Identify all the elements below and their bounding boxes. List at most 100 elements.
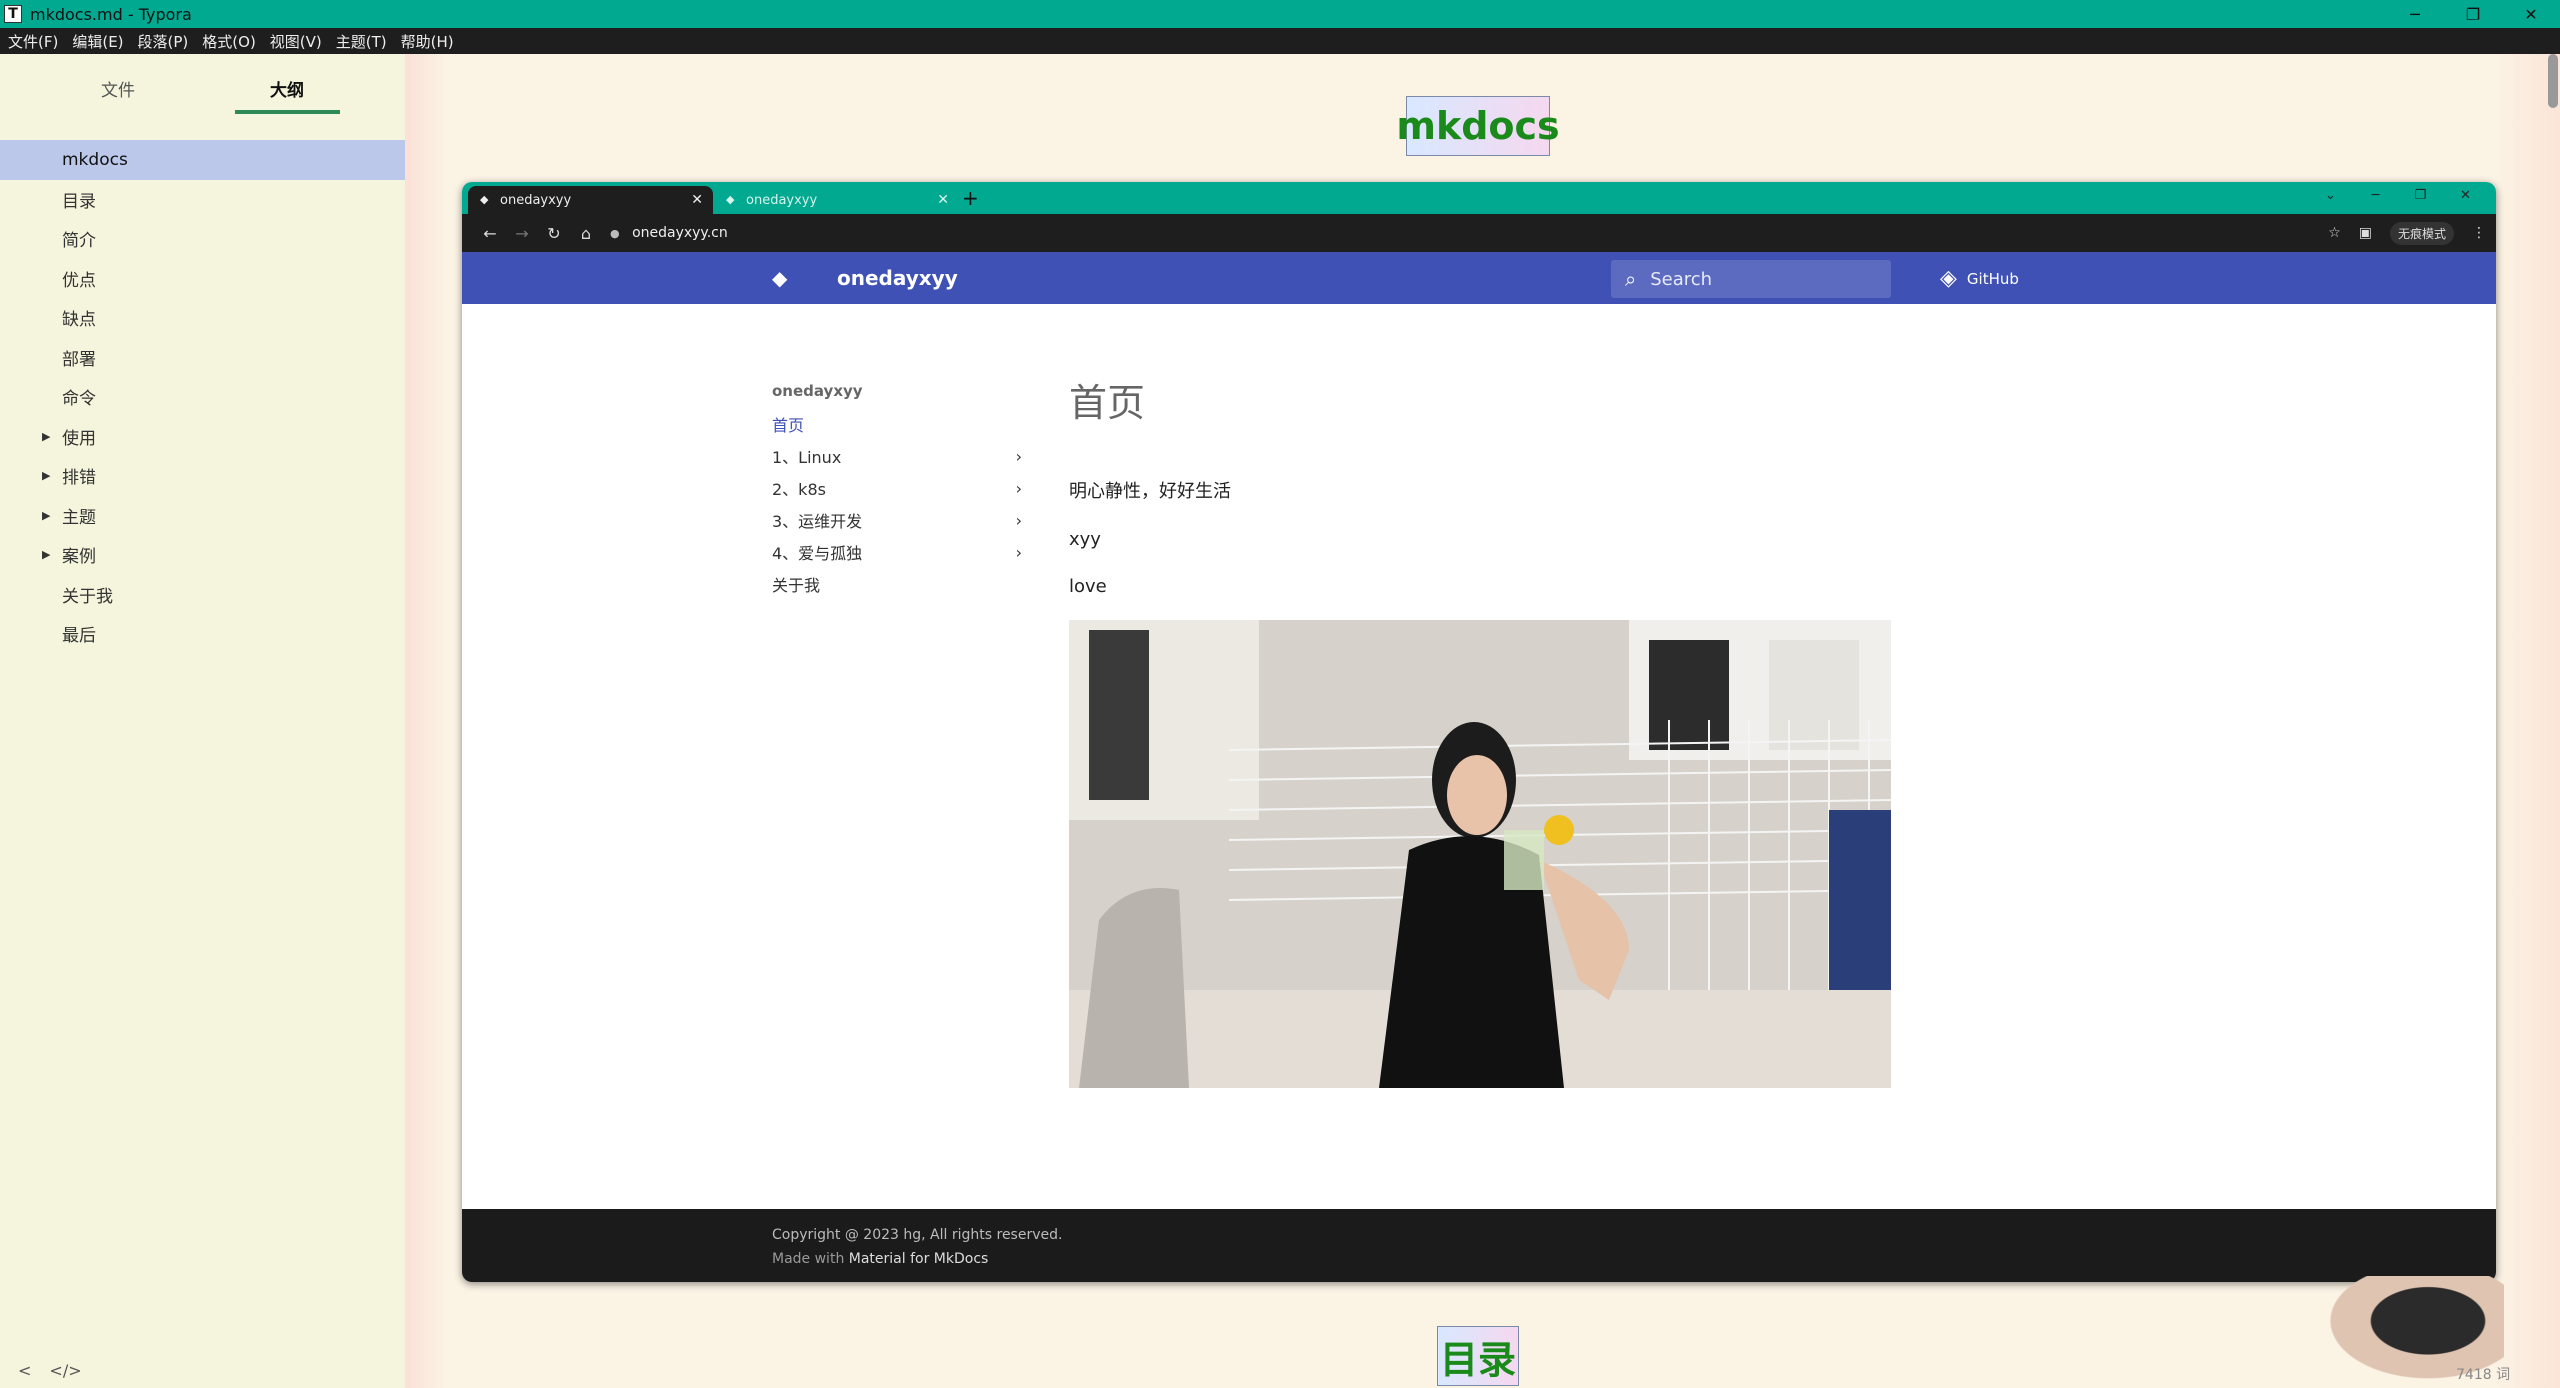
outline-item-theme[interactable]: ▶ 主题 [0, 496, 405, 536]
content-paragraph: love [1069, 576, 1107, 597]
reload-icon: ↻ [547, 223, 561, 243]
nav-item-label: 首页 [772, 416, 805, 435]
outline-item-intro[interactable]: 简介 [0, 219, 405, 259]
sidebar: 文件 大纲 mkdocs 目录 简介 优点 缺点 部署 命令 ▶ 使用 ▶ 排错 ▶… [0, 54, 405, 1388]
outline-item-cons[interactable]: 缺点 [0, 298, 405, 338]
outline-item-mkdocs[interactable]: mkdocs [0, 140, 405, 180]
collapse-sidebar-icon[interactable]: < [18, 1361, 31, 1380]
tab-outline[interactable]: 大纲 [270, 76, 304, 101]
menu-edit[interactable]: 编辑(E) [72, 31, 123, 52]
outline-item-label: 最后 [62, 626, 96, 647]
close-icon[interactable]: ✕ [2502, 0, 2560, 28]
chevron-right-icon: › [1015, 542, 1022, 562]
window-titlebar: T mkdocs.md - Typora ─ ❐ ✕ [0, 0, 2560, 28]
tab-search-icon: ⌄ [2325, 188, 2336, 203]
book-logo-icon: ◆ [772, 266, 788, 290]
outline-item-pros[interactable]: 优点 [0, 259, 405, 299]
nav-item-label: 3、运维开发 [772, 512, 863, 531]
outline-item-label: 使用 [62, 428, 96, 449]
home-icon: ⌂ [580, 223, 592, 243]
outline-item-deploy[interactable]: 部署 [0, 338, 405, 378]
footer-made-prefix: Made with [772, 1251, 849, 1267]
browser-addressbar: ← → ↻ ⌂ ● onedayxyy.cn ☆ ▣ 无痕模式 ⋮ [462, 214, 2496, 252]
menu-file[interactable]: 文件(F) [8, 31, 58, 52]
expand-caret-icon[interactable]: ▶ [42, 509, 50, 522]
expand-caret-icon[interactable]: ▶ [42, 469, 50, 482]
search-placeholder: Search [1650, 268, 1713, 290]
browser-toolbar-right: ☆ ▣ 无痕模式 ⋮ [2310, 214, 2486, 252]
heading-mkdocs[interactable]: mkdocs [1396, 96, 1560, 156]
browser-tab-label: onedayxyy [500, 192, 572, 208]
content-paragraph: xyy [1069, 529, 1101, 550]
nav-item-devops: 3、运维开发 › [772, 504, 1022, 536]
outline-item-label: mkdocs [62, 149, 128, 170]
nav-item-k8s: 2、k8s › [772, 472, 1022, 504]
typora-app-icon: T [4, 5, 22, 23]
site-header: ◆ onedayxyy ⌕ Search ◈ GitHub [462, 252, 2496, 304]
browser-tab-label: onedayxyy [746, 192, 818, 208]
window-controls: ─ ❐ ✕ [2386, 0, 2560, 28]
github-label: GitHub [1966, 269, 2019, 288]
outline-item-label: 目录 [62, 191, 96, 212]
site-search: ⌕ Search [1611, 260, 1891, 298]
outline-item-last[interactable]: 最后 [0, 614, 405, 654]
minimize-icon[interactable]: ─ [2386, 0, 2444, 28]
tab-files[interactable]: 文件 [101, 76, 135, 101]
embedded-browser-screenshot: ◆ onedayxyy ✕ ◆ onedayxyy ✕ + ⌄ ─ ❐ ✕ ← … [462, 182, 2496, 1282]
sidepanel-icon: ▣ [2358, 225, 2372, 241]
outline-item-about[interactable]: 关于我 [0, 575, 405, 615]
expand-caret-icon[interactable]: ▶ [42, 548, 50, 561]
lock-icon: ● [610, 227, 620, 240]
browser-window-controls: ⌄ ─ ❐ ✕ [2308, 188, 2488, 203]
nav-item-home: 首页 [772, 408, 1022, 440]
github-link: ◈ GitHub [1940, 266, 2019, 291]
browser-tab-active: ◆ onedayxyy ✕ [468, 186, 713, 214]
tab-close-icon: ✕ [937, 192, 949, 208]
git-icon: ◈ [1940, 266, 1957, 291]
minimize-icon: ─ [2371, 188, 2380, 203]
nav-item-label: 2、k8s [772, 480, 826, 499]
outline-item-cases[interactable]: ▶ 案例 [0, 535, 405, 575]
outline-item-label: 主题 [62, 507, 96, 528]
expand-caret-icon[interactable]: ▶ [42, 430, 50, 443]
chevron-right-icon: › [1015, 510, 1022, 530]
outline-item-usage[interactable]: ▶ 使用 [0, 417, 405, 457]
outline-item-label: 部署 [62, 349, 96, 370]
star-icon: ☆ [2328, 225, 2341, 241]
menu-paragraph[interactable]: 段落(P) [138, 31, 189, 52]
menu-format[interactable]: 格式(O) [202, 31, 256, 52]
word-count[interactable]: 7418 词 [2456, 1364, 2510, 1384]
outline-item-toc[interactable]: 目录 [0, 180, 405, 220]
source-mode-icon[interactable]: </> [49, 1361, 81, 1380]
favicon-icon: ◆ [480, 193, 489, 206]
photo-illustration [1069, 620, 1891, 1088]
editor-scrollbar[interactable] [2548, 54, 2558, 108]
outline-item-label: 排错 [62, 468, 96, 489]
footer-material-link: Material for MkDocs [848, 1251, 989, 1267]
incognito-badge: 无痕模式 [2389, 221, 2454, 245]
outline-item-label: 关于我 [62, 586, 113, 607]
menu-view[interactable]: 视图(V) [270, 31, 322, 52]
nav-item-about: 关于我 [772, 568, 1022, 600]
chevron-right-icon: › [1015, 446, 1022, 466]
menu-help[interactable]: 帮助(H) [401, 31, 454, 52]
outline-list: mkdocs 目录 简介 优点 缺点 部署 命令 ▶ 使用 ▶ 排错 ▶ 主题 ▶ 案例… [0, 140, 405, 654]
site-footer: Copyright @ 2023 hg, All rights reserved… [462, 1209, 2496, 1282]
browser-tab-inactive: ◆ onedayxyy ✕ [714, 186, 959, 214]
outline-item-commands[interactable]: 命令 [0, 377, 405, 417]
menu-theme[interactable]: 主题(T) [336, 31, 387, 52]
outline-item-troubleshoot[interactable]: ▶ 排错 [0, 456, 405, 496]
browser-tabbar: ◆ onedayxyy ✕ ◆ onedayxyy ✕ + ⌄ ─ ❐ ✕ [462, 182, 2496, 214]
content-paragraph: 明心静性，好好生活 [1069, 481, 1231, 502]
nav-item-linux: 1、Linux › [772, 440, 1022, 472]
restore-icon[interactable]: ❐ [2444, 0, 2502, 28]
outline-item-label: 优点 [62, 270, 96, 291]
more-icon: ⋮ [2472, 225, 2486, 241]
nav-item-label: 1、Linux [772, 448, 842, 467]
forward-icon: → [515, 223, 529, 243]
back-icon: ← [483, 223, 497, 243]
search-icon: ⌕ [1625, 267, 1637, 291]
heading-toc[interactable]: 目录 [1437, 1326, 1519, 1386]
sidebar-footer: < </> [0, 1352, 405, 1388]
page-title: 首页 [1069, 381, 1146, 425]
